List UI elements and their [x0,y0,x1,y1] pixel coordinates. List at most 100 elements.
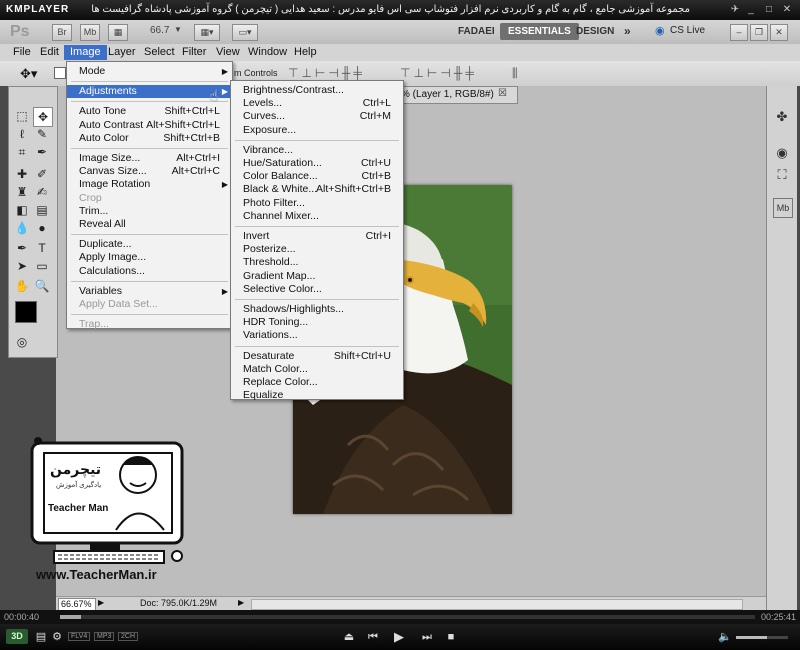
zoom-tool-icon[interactable]: 🔍 [33,277,51,295]
image-menu-item-auto-tone[interactable]: Auto Tone Shift+Ctrl+L [67,105,232,118]
marquee-tool-icon[interactable]: ⬚ [13,107,31,125]
eyedropper-tool-icon[interactable]: ✒ [33,143,51,161]
image-menu-item-trim[interactable]: Trim... [67,205,232,218]
previous-icon[interactable]: ⏮ [366,630,380,644]
status-dropdown-icon[interactable]: ▶ [98,598,104,607]
dodge-tool-icon[interactable]: ● [33,219,51,237]
more-workspaces-icon[interactable]: » [616,23,639,40]
volume-slider[interactable] [736,636,788,639]
gradient-tool-icon[interactable]: ▤ [33,201,51,219]
adjust-menu-item-vibrance[interactable]: Vibrance... [231,144,403,157]
hand-tool-icon[interactable]: ✋ [13,277,31,295]
zoom-level[interactable]: 66.7 [150,25,169,36]
minimize-icon[interactable]: _ [744,3,758,16]
image-menu-item-reveal-all[interactable]: Reveal All [67,218,232,231]
play-icon[interactable]: ▶ [392,630,406,644]
adjust-menu-item-invert[interactable]: Invert Ctrl+I [231,230,403,243]
maximize-icon[interactable]: □ [762,3,776,16]
auto-align-icon[interactable]: ⫼ [512,66,518,81]
adjust-menu-item-black-white[interactable]: Black & White... Alt+Shift+Ctrl+B [231,183,403,196]
adjust-menu-item-desaturate[interactable]: Desaturate Shift+Ctrl+U [231,350,403,363]
document-close-icon[interactable]: ☒ [498,88,507,99]
move-tool-preset-icon[interactable]: ✥▾ [20,66,37,82]
menu-filter[interactable]: Filter [176,45,212,60]
crop-tool-icon[interactable]: ⌗ [13,143,31,161]
shape-tool-icon[interactable]: ▭ [33,257,51,275]
clone-stamp-tool-icon[interactable]: ♜ [13,183,31,201]
healing-brush-tool-icon[interactable]: ✚ [13,165,31,183]
pen-tool-icon[interactable]: ✒ [13,239,31,257]
stop-icon[interactable]: ■ [444,630,458,644]
seek-bar[interactable] [60,615,755,619]
pin-icon[interactable]: ✈ [728,3,742,16]
eraser-tool-icon[interactable]: ◧ [13,201,31,219]
ps-restore-button[interactable]: ❐ [750,24,768,41]
image-menu-item-auto-color[interactable]: Auto Color Shift+Ctrl+B [67,132,232,145]
adjust-menu-item-exposure[interactable]: Exposure... [231,124,403,137]
adjust-menu-item-color-balance[interactable]: Color Balance... Ctrl+B [231,170,403,183]
view-extras-button[interactable]: ▦ [108,24,128,41]
menu-help[interactable]: Help [288,45,323,60]
adjustments-panel-icon[interactable]: ◉ [773,144,791,162]
mini-bridge-button[interactable]: Mb [80,24,100,41]
image-menu-item-image-rotation[interactable]: Image Rotation ▶ [67,178,232,191]
workspace-fadaei[interactable]: FADAEI [450,23,503,40]
adjust-menu-item-gradient-map[interactable]: Gradient Map... [231,270,403,283]
close-icon[interactable]: ✕ [780,3,794,16]
workspace-essentials[interactable]: ESSENTIALS [500,23,579,40]
menu-select[interactable]: Select [138,45,181,60]
adjust-menu-item-threshold[interactable]: Threshold... [231,256,403,269]
quick-select-tool-icon[interactable]: ✎ [33,125,51,143]
blur-tool-icon[interactable]: 💧 [13,219,31,237]
auto-select-checkbox[interactable] [54,67,66,79]
move-tool-icon[interactable]: ✥ [33,107,53,127]
cs-live-icon[interactable]: ◉ [655,24,665,37]
status-arrow-icon[interactable]: ▶ [238,598,244,607]
eject-icon[interactable]: ⏏ [342,630,356,644]
distribute-icons[interactable]: ⊤⊥⊢⊣╫╪ [400,66,477,80]
history-brush-tool-icon[interactable]: ✍ [33,183,51,201]
playlist-icon[interactable]: ▤ [34,630,48,644]
adjust-menu-item-photo-filter[interactable]: Photo Filter... [231,197,403,210]
mini-bridge-panel-icon[interactable]: Mb [773,198,793,218]
menu-view[interactable]: View [210,45,246,60]
type-tool-icon[interactable]: T [33,239,51,257]
adjust-menu-item-levels[interactable]: Levels... Ctrl+L [231,97,403,110]
lasso-tool-icon[interactable]: ℓ [13,125,31,143]
image-menu-item-duplicate[interactable]: Duplicate... [67,238,232,251]
adjust-menu-item-match-color[interactable]: Match Color... [231,363,403,376]
screen-mode-button[interactable]: ▭▾ [232,24,258,41]
next-icon[interactable]: ⏭ [420,630,434,644]
settings-icon[interactable]: ⚙ [50,630,64,644]
masks-panel-icon[interactable]: ⛶ [773,166,791,184]
menu-file[interactable]: File [7,45,37,60]
menu-window[interactable]: Window [242,45,293,60]
image-menu-item-adjustments[interactable]: Adjustments ▶ [67,85,232,99]
image-menu-item-variables[interactable]: Variables ▶ [67,285,232,298]
adjust-menu-item-hdr-toning[interactable]: HDR Toning... [231,316,403,329]
cs-live-button[interactable]: CS Live [670,25,705,36]
adjust-menu-item-brightness-contrast[interactable]: Brightness/Contrast... [231,84,403,97]
align-icons[interactable]: ⊤⊥⊢⊣╫╪ [288,66,365,80]
adjust-menu-item-replace-color[interactable]: Replace Color... [231,376,403,389]
image-menu-item-auto-contrast[interactable]: Auto Contrast Alt+Shift+Ctrl+L [67,119,232,132]
adjust-menu-item-curves[interactable]: Curves... Ctrl+M [231,110,403,123]
ps-close-button[interactable]: ✕ [770,24,788,41]
adjust-menu-item-posterize[interactable]: Posterize... [231,243,403,256]
horizontal-scrollbar[interactable] [251,599,743,610]
adjust-menu-item-hue-saturation[interactable]: Hue/Saturation... Ctrl+U [231,157,403,170]
menu-image[interactable]: Image [64,45,107,60]
adjust-menu-item-shadows-highlights[interactable]: Shadows/Highlights... [231,303,403,316]
adjust-menu-item-channel-mixer[interactable]: Channel Mixer... [231,210,403,223]
arrange-documents-button[interactable]: ▦▾ [194,24,220,41]
quick-mask-icon[interactable]: ◎ [13,333,31,351]
ps-minimize-button[interactable]: – [730,24,748,41]
3d-button[interactable]: 3D [6,629,28,644]
menu-layer[interactable]: Layer [102,45,142,60]
color-panel-icon[interactable]: ✤ [773,108,791,126]
image-menu-item-image-size[interactable]: Image Size... Alt+Ctrl+I [67,152,232,165]
image-menu-item-calculations[interactable]: Calculations... [67,265,232,278]
adjust-menu-item-equalize[interactable]: Equalize [231,389,403,402]
image-menu-item-mode[interactable]: Mode ▶ [67,65,232,78]
adjust-menu-item-selective-color[interactable]: Selective Color... [231,283,403,296]
